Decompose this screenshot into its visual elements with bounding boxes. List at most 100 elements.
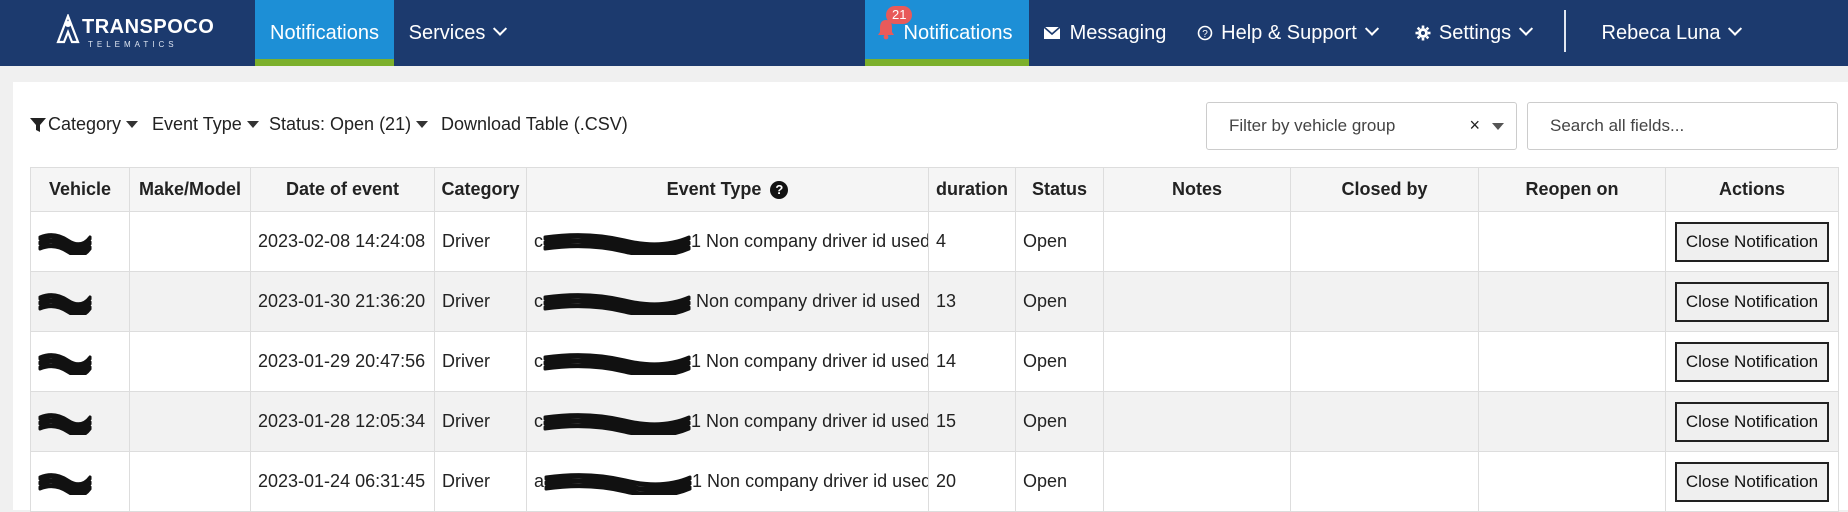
nav-messaging[interactable]: Messaging [1040,0,1170,66]
closed-by-cell [1290,271,1479,332]
chevron-down-icon [493,21,508,36]
event-type-text: Non company driver id used [696,290,921,311]
event-type-text: Non company driver id used [706,230,929,251]
closed-by-cell [1290,391,1479,452]
actions-cell: Close Notification [1665,331,1839,392]
close-notification-button[interactable]: Close Notification [1675,281,1829,322]
table-row: 2023-01-28 12:05:34 Driver c 1 Non compan… [30,391,1839,452]
user-menu[interactable]: Rebeca Luna [1586,0,1756,66]
table-row: 2023-02-08 14:24:08 Driver c 1 Non compan… [30,211,1839,272]
make-model-cell [129,211,251,272]
make-model-cell [129,331,251,392]
nav-settings-label: Settings [1438,21,1512,44]
event-type-cell: a 1 Non company driver id used [526,451,929,512]
redacted-scribble [543,232,691,255]
date-cell: 2023-02-08 14:24:08 [250,211,435,272]
reopen-on-cell [1478,211,1666,272]
status-cell: Open [1015,391,1104,452]
column-header-duration[interactable]: duration [928,167,1016,212]
event-id-suffix: 1 [691,350,702,371]
vehicle-cell[interactable] [30,391,130,452]
category-cell: Driver [434,271,527,332]
vehicle-group-placeholder: Filter by vehicle group [1229,116,1396,135]
nav-notifications-alerts-label: Notifications [903,21,1013,44]
notifications-table: Vehicle Make/Model Date of event Categor… [30,167,1839,512]
reopen-on-cell [1478,451,1666,512]
event-type-cell: c 1 Non company driver id used [526,331,929,392]
event-type-filter[interactable]: Event Type [152,114,259,135]
column-header-category[interactable]: Category [434,167,527,212]
make-model-cell [129,451,251,512]
redacted-scribble [38,232,92,255]
nav-settings[interactable]: Settings [1408,0,1538,66]
closed-by-cell [1290,331,1479,392]
redacted-scribble [543,412,691,435]
event-type-text: Non company driver id used [706,350,929,371]
status-filter[interactable]: Status: Open (21) [269,114,429,135]
chevron-down-icon [1728,21,1743,36]
column-header-notes[interactable]: Notes [1103,167,1291,212]
close-notification-button[interactable]: Close Notification [1675,461,1829,502]
svg-text:?: ? [1202,29,1208,40]
caret-down-icon [246,121,259,128]
reopen-on-cell [1478,391,1666,452]
event-id-prefix: c [534,290,543,311]
top-navbar: TRANSPOCO TELEMATICS Notifications Servi… [0,0,1848,66]
event-id-prefix: c [534,230,543,251]
event-id-prefix: c [534,410,543,431]
nav-notifications-label: Notifications [270,21,379,44]
envelope-icon [1043,27,1060,39]
date-cell: 2023-01-28 12:05:34 [250,391,435,452]
download-csv-link[interactable]: Download Table (.CSV) [441,114,628,135]
notes-cell [1103,391,1291,452]
duration-cell: 13 [928,271,1016,332]
date-cell: 2023-01-29 20:47:56 [250,331,435,392]
category-filter[interactable]: Category [30,114,139,135]
status-cell: Open [1015,451,1104,512]
column-header-reopen-on[interactable]: Reopen on [1478,167,1666,212]
status-filter-label: Status: Open (21) [269,114,412,134]
column-header-status[interactable]: Status [1015,167,1104,212]
event-type-cell: c 1 Non company driver id used [526,211,929,272]
vehicle-cell[interactable] [30,211,130,272]
caret-down-icon [416,121,429,128]
question-circle-icon[interactable]: ? [770,181,789,200]
redacted-scribble [38,412,92,435]
caret-down-icon[interactable] [1492,123,1504,130]
nav-notifications[interactable]: Notifications [255,0,394,66]
vehicle-group-select[interactable]: Filter by vehicle group × [1206,102,1517,150]
nav-services[interactable]: Services [394,0,520,66]
event-type-cell: c 1 Non company driver id used [526,391,929,452]
redacted-scribble [543,292,691,315]
column-header-vehicle[interactable]: Vehicle [30,167,130,212]
nav-divider [1564,10,1566,52]
vehicle-cell[interactable] [30,271,130,332]
close-notification-button[interactable]: Close Notification [1675,221,1829,262]
close-notification-button[interactable]: Close Notification [1675,341,1829,382]
event-type-filter-label: Event Type [152,114,242,134]
actions-cell: Close Notification [1665,271,1839,332]
event-id-prefix: a [534,470,545,491]
table-row: 2023-01-24 06:31:45 Driver a 1 Non compan… [30,451,1839,512]
column-header-date[interactable]: Date of event [250,167,435,212]
logo-mark-icon [56,14,80,44]
category-cell: Driver [434,391,527,452]
status-cell: Open [1015,331,1104,392]
column-header-closed-by[interactable]: Closed by [1290,167,1479,212]
vehicle-cell[interactable] [30,331,130,392]
column-header-make-model[interactable]: Make/Model [129,167,251,212]
column-header-event-type[interactable]: Event Type ? [526,167,929,212]
event-type-text: Non company driver id used [706,410,929,431]
vehicle-cell[interactable] [30,451,130,512]
clear-icon[interactable]: × [1469,115,1480,136]
transpoco-logo[interactable]: TRANSPOCO TELEMATICS [56,14,214,49]
nav-help-support[interactable]: ? Help & Support [1192,0,1382,66]
download-csv-label: Download Table (.CSV) [441,114,628,134]
chevron-down-icon [1519,21,1534,36]
close-notification-button[interactable]: Close Notification [1675,401,1829,442]
nav-messaging-label: Messaging [1069,21,1167,44]
category-cell: Driver [434,211,527,272]
make-model-cell [129,391,251,452]
column-header-actions: Actions [1665,167,1839,212]
search-input[interactable] [1527,102,1838,150]
